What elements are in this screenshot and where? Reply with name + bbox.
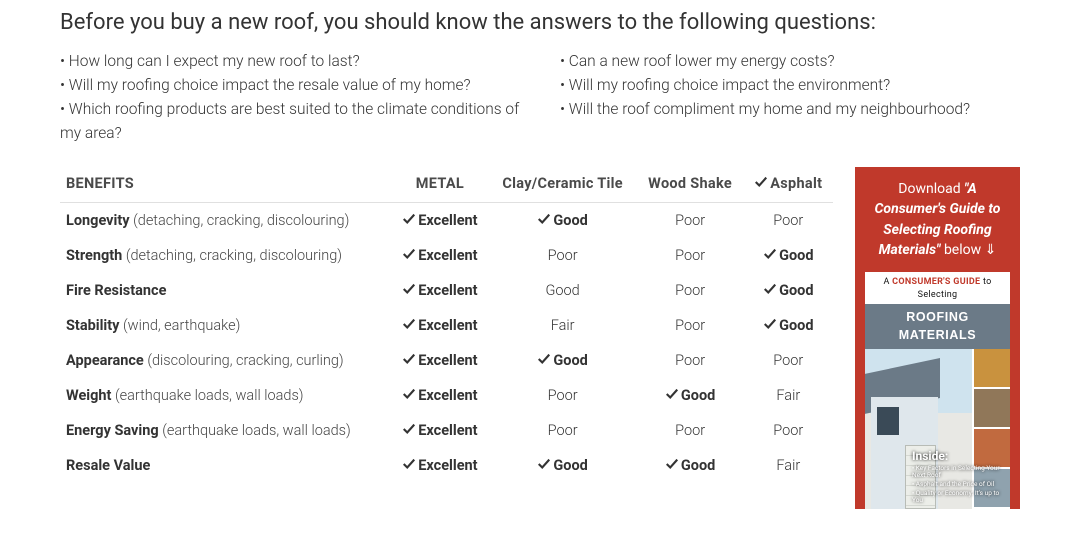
value-cell: Poor: [637, 413, 744, 448]
value-cell: Excellent: [391, 273, 488, 308]
check-icon: [402, 212, 416, 226]
check-icon: [763, 282, 777, 296]
value-cell: Good: [744, 308, 833, 343]
check-icon: [402, 457, 416, 471]
table-row: Energy Saving (earthquake loads, wall lo…: [60, 413, 833, 448]
value-cell: Excellent: [391, 203, 488, 239]
comparison-table: BENEFITS METAL Clay/Ceramic Tile Wood Sh…: [60, 167, 833, 483]
check-icon: [537, 457, 551, 471]
value-cell: Poor: [489, 413, 637, 448]
download-text: Download "A Consumer's Guide to Selectin…: [865, 179, 1010, 260]
table-row: Fire ResistanceExcellentGoodPoorGood: [60, 273, 833, 308]
check-icon: [537, 212, 551, 226]
check-icon: [763, 247, 777, 261]
download-sidebar[interactable]: Download "A Consumer's Guide to Selectin…: [855, 167, 1020, 509]
value-cell: Excellent: [391, 308, 488, 343]
table-row: Appearance (discolouring, cracking, curl…: [60, 343, 833, 378]
value-cell: Poor: [744, 343, 833, 378]
check-icon: [402, 422, 416, 436]
value-cell: Fair: [744, 448, 833, 483]
guide-cover[interactable]: A CONSUMER'S GUIDE to Selecting ROOFING …: [865, 272, 1010, 508]
cover-inside-block: Inside: • Key Factors in Selecting Your …: [912, 450, 1004, 505]
value-cell: Poor: [637, 308, 744, 343]
col-metal: METAL: [391, 167, 488, 203]
col-asphalt: Asphalt: [744, 167, 833, 203]
value-cell: Poor: [489, 238, 637, 273]
value-cell: Good: [489, 203, 637, 239]
section-heading: Before you buy a new roof, you should kn…: [60, 10, 1020, 35]
check-icon: [402, 317, 416, 331]
value-cell: Excellent: [391, 413, 488, 448]
value-cell: Fair: [744, 378, 833, 413]
cover-topbar: A CONSUMER'S GUIDE to Selecting: [865, 272, 1010, 304]
table-header-row: BENEFITS METAL Clay/Ceramic Tile Wood Sh…: [60, 167, 833, 203]
value-cell: Poor: [637, 238, 744, 273]
cover-title: ROOFING MATERIALS: [865, 304, 1010, 348]
question-item: • Can a new roof lower my energy costs?: [560, 49, 1020, 73]
check-icon: [402, 387, 416, 401]
benefit-cell: Weight (earthquake loads, wall loads): [60, 378, 391, 413]
col-clay: Clay/Ceramic Tile: [489, 167, 637, 203]
value-cell: Good: [744, 273, 833, 308]
check-icon: [402, 282, 416, 296]
value-cell: Poor: [637, 203, 744, 239]
table-row: Longevity (detaching, cracking, discolou…: [60, 203, 833, 239]
benefit-cell: Longevity (detaching, cracking, discolou…: [60, 203, 391, 239]
check-icon: [665, 387, 679, 401]
value-cell: Good: [637, 378, 744, 413]
table-row: Strength (detaching, cracking, discolour…: [60, 238, 833, 273]
table-row: Resale ValueExcellentGoodGoodFair: [60, 448, 833, 483]
value-cell: Excellent: [391, 378, 488, 413]
value-cell: Poor: [637, 273, 744, 308]
value-cell: Excellent: [391, 448, 488, 483]
benefit-cell: Strength (detaching, cracking, discolour…: [60, 238, 391, 273]
col-benefits: BENEFITS: [60, 167, 391, 203]
question-item: • Which roofing products are best suited…: [60, 97, 520, 145]
value-cell: Poor: [637, 343, 744, 378]
benefit-cell: Resale Value: [60, 448, 391, 483]
benefit-cell: Energy Saving (earthquake loads, wall lo…: [60, 413, 391, 448]
question-item: • How long can I expect my new roof to l…: [60, 49, 520, 73]
value-cell: Good: [744, 238, 833, 273]
benefit-cell: Fire Resistance: [60, 273, 391, 308]
check-icon: [537, 352, 551, 366]
value-cell: Good: [489, 273, 637, 308]
value-cell: Good: [637, 448, 744, 483]
value-cell: Poor: [744, 413, 833, 448]
check-icon: [754, 175, 768, 189]
benefit-cell: Stability (wind, earthquake): [60, 308, 391, 343]
check-icon: [665, 457, 679, 471]
table-row: Weight (earthquake loads, wall loads)Exc…: [60, 378, 833, 413]
cover-body: Inside: • Key Factors in Selecting Your …: [865, 349, 1010, 509]
questions-col-right: • Can a new roof lower my energy costs? …: [560, 49, 1020, 145]
value-cell: Good: [489, 343, 637, 378]
table-row: Stability (wind, earthquake)ExcellentFai…: [60, 308, 833, 343]
check-icon: [402, 352, 416, 366]
questions-col-left: • How long can I expect my new roof to l…: [60, 49, 520, 145]
check-icon: [763, 317, 777, 331]
question-item: • Will the roof compliment my home and m…: [560, 97, 1020, 121]
question-item: • Will my roofing choice impact the envi…: [560, 73, 1020, 97]
value-cell: Excellent: [391, 238, 488, 273]
value-cell: Good: [489, 448, 637, 483]
benefit-cell: Appearance (discolouring, cracking, curl…: [60, 343, 391, 378]
value-cell: Poor: [744, 203, 833, 239]
value-cell: Poor: [489, 378, 637, 413]
col-wood: Wood Shake: [637, 167, 744, 203]
questions-block: • How long can I expect my new roof to l…: [60, 49, 1020, 145]
value-cell: Fair: [489, 308, 637, 343]
value-cell: Excellent: [391, 343, 488, 378]
question-item: • Will my roofing choice impact the resa…: [60, 73, 520, 97]
check-icon: [402, 247, 416, 261]
